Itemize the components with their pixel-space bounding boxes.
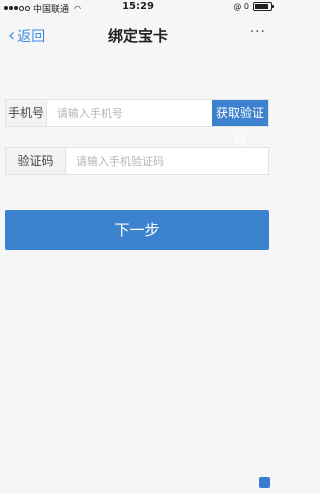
more-button[interactable]: ···: [250, 24, 266, 40]
phone-row: 手机号 获取验证码: [5, 99, 269, 146]
code-row: 验证码: [5, 147, 269, 175]
next-step-button[interactable]: 下一步: [5, 210, 269, 250]
code-input[interactable]: [66, 148, 268, 174]
status-bar: 中国联通 ◠ 15:29 @ 0: [0, 0, 276, 15]
nav-bar: ‹ 返回 绑定宝卡 ···: [0, 14, 276, 56]
get-code-button[interactable]: 获取验证码: [211, 100, 268, 146]
watermark-icon: [259, 477, 270, 488]
status-right: @ 0: [233, 2, 274, 11]
watermark-logo: [259, 477, 270, 488]
battery-icon: [253, 2, 274, 11]
phone-label: 手机号: [6, 100, 47, 126]
page-title: 绑定宝卡: [107, 27, 168, 45]
code-label: 验证码: [6, 148, 66, 174]
phone-input[interactable]: [46, 100, 212, 126]
status-indicators: @ 0: [233, 2, 249, 11]
